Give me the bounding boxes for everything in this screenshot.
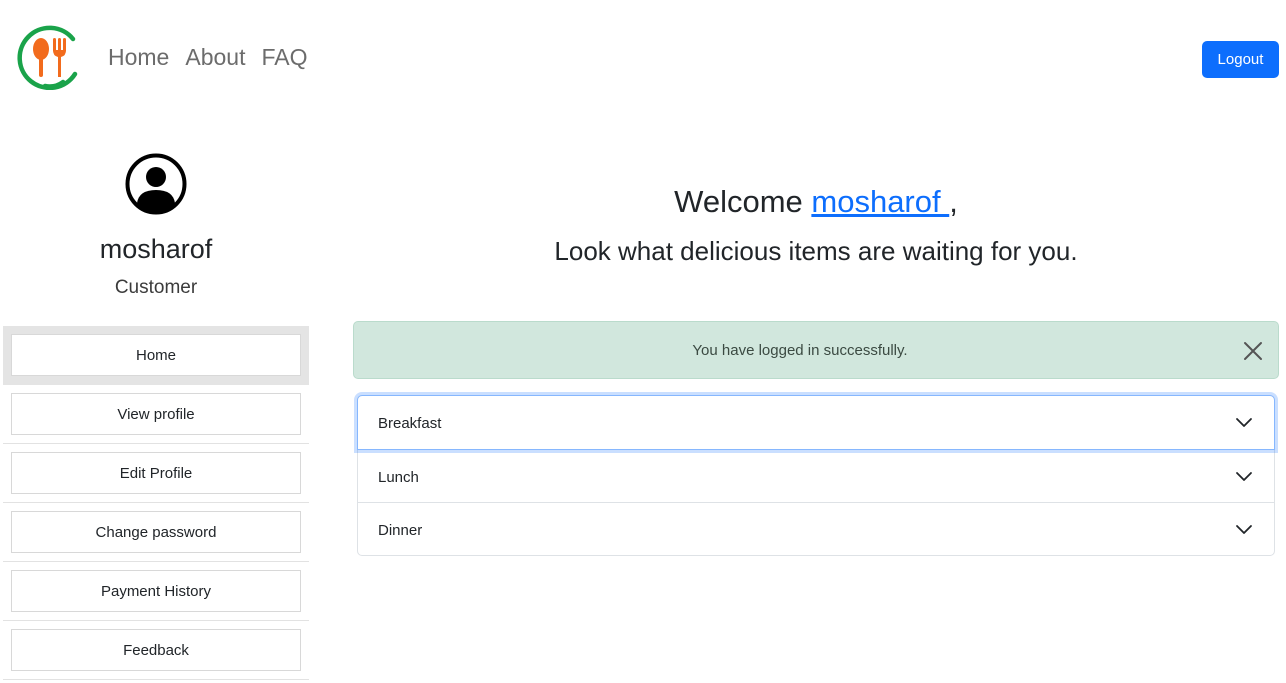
profile-username: mosharof: [99, 234, 213, 264]
welcome-username-link[interactable]: mosharof: [811, 184, 949, 219]
side-menu: Home View profile Edit Profile Change pa…: [3, 326, 309, 680]
menu-edit-profile-button[interactable]: Edit Profile: [11, 452, 301, 494]
menu-home-button[interactable]: Home: [11, 334, 301, 376]
menu-row-home: Home: [3, 326, 309, 385]
tagline: Look what delicious items are waiting fo…: [554, 236, 1078, 266]
navbar: Home About FAQ Logout: [0, 0, 1286, 118]
close-icon[interactable]: [1242, 340, 1264, 362]
menu-row-edit-profile: Edit Profile: [3, 444, 309, 503]
accordion-label-breakfast: Breakfast: [378, 415, 442, 432]
nav-link-about[interactable]: About: [185, 44, 245, 71]
user-circle-icon: [125, 153, 187, 215]
menu-row-feedback: Feedback: [3, 621, 309, 680]
sidebar: mosharof Customer Home View profile Edit…: [3, 118, 309, 683]
spoon-fork-logo-icon[interactable]: [15, 24, 85, 90]
chevron-down-icon: [1236, 472, 1252, 481]
menu-view-profile-button[interactable]: View profile: [11, 393, 301, 435]
accordion-label-dinner: Dinner: [378, 522, 423, 539]
welcome-suffix: ,: [949, 184, 958, 219]
accordion-item-dinner[interactable]: Dinner: [358, 503, 1274, 555]
chevron-down-icon: [1236, 418, 1252, 427]
accordion-item-breakfast[interactable]: Breakfast: [357, 395, 1275, 450]
nav-links: Home About FAQ: [108, 44, 307, 71]
logout-button[interactable]: Logout: [1202, 41, 1279, 78]
meal-accordion: Breakfast Lunch Dinner: [357, 395, 1275, 556]
welcome-prefix: Welcome: [674, 184, 812, 219]
welcome-heading: Welcome mosharof ,: [353, 184, 1279, 220]
menu-row-view-profile: View profile: [3, 385, 309, 444]
menu-feedback-button[interactable]: Feedback: [11, 629, 301, 671]
menu-payment-history-button[interactable]: Payment History: [11, 570, 301, 612]
menu-row-payment-history: Payment History: [3, 562, 309, 621]
profile-role: Customer: [114, 277, 198, 298]
menu-change-password-button[interactable]: Change password: [11, 511, 301, 553]
nav-link-home[interactable]: Home: [108, 44, 169, 71]
alert-message: You have logged in successfully.: [692, 342, 908, 359]
nav-link-faq[interactable]: FAQ: [261, 44, 307, 71]
accordion-label-lunch: Lunch: [378, 469, 419, 486]
success-alert: You have logged in successfully.: [353, 321, 1279, 379]
chevron-down-icon: [1236, 525, 1252, 534]
accordion-item-lunch[interactable]: Lunch: [358, 450, 1274, 503]
menu-row-change-password: Change password: [3, 503, 309, 562]
